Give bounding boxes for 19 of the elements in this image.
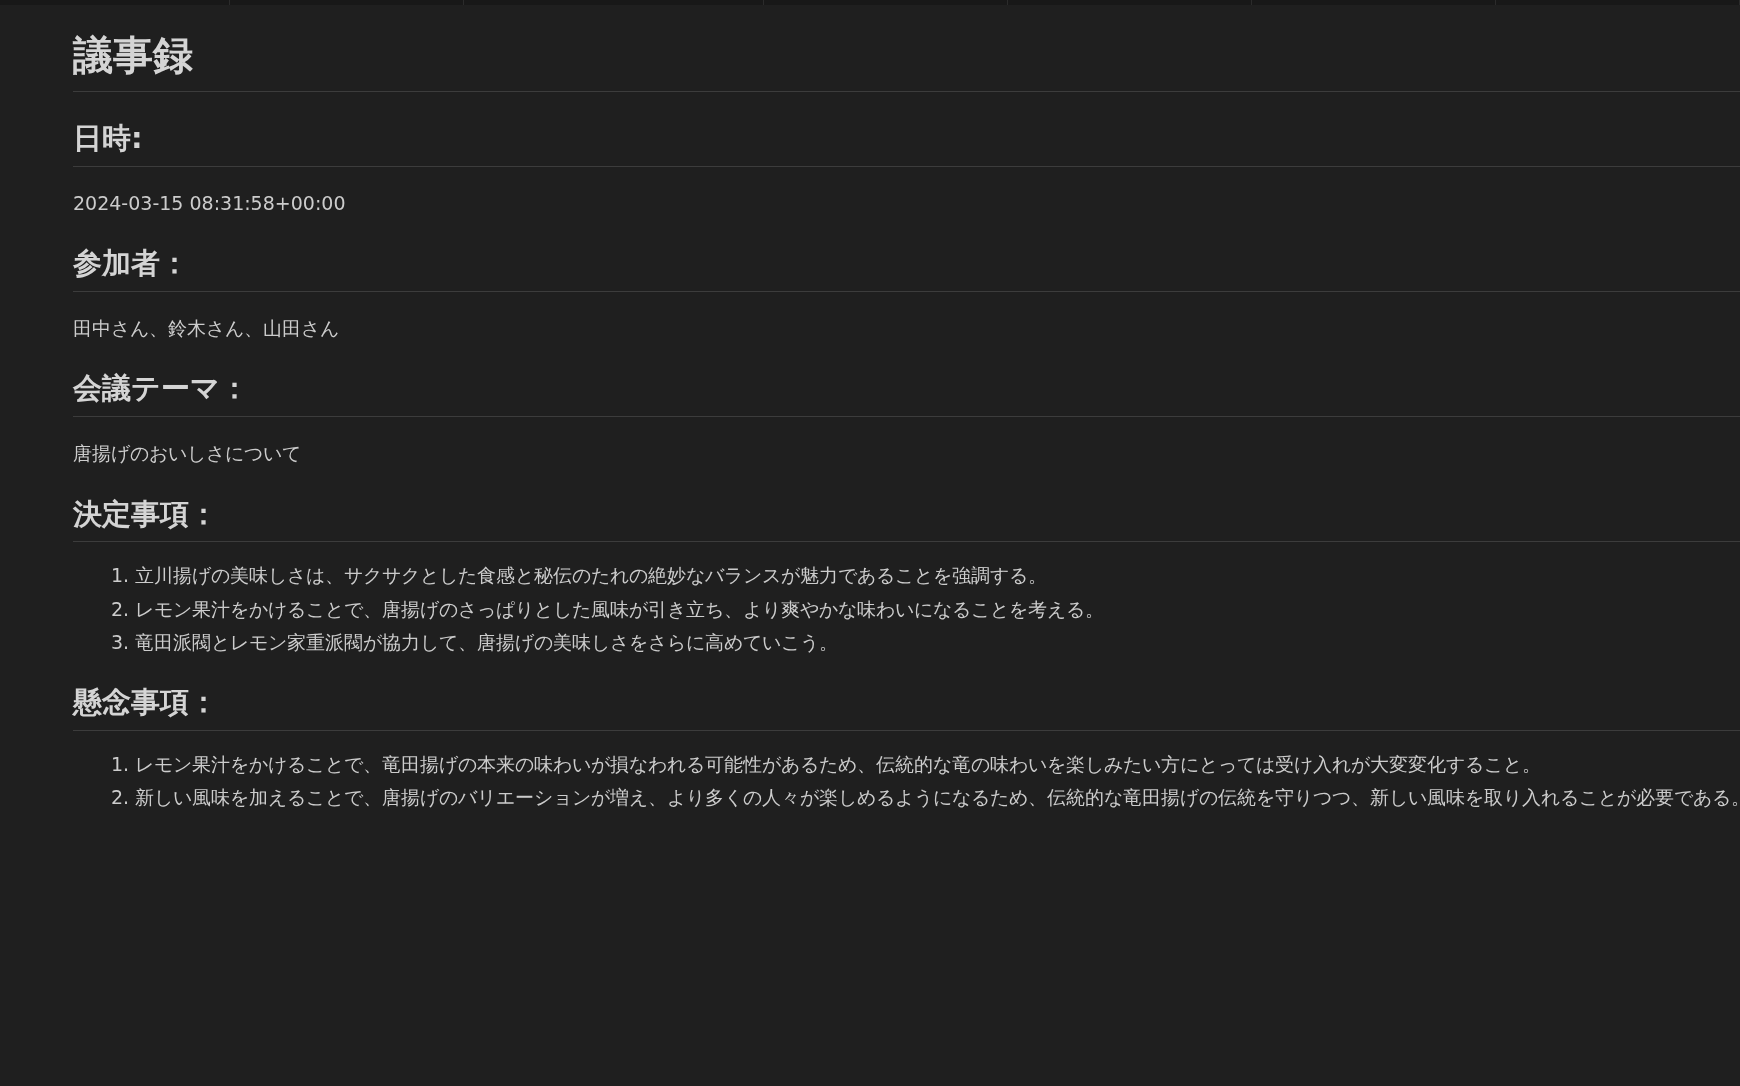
section-text: 田中さん、鈴木さん、山田さん [73, 315, 340, 341]
section-heading: 決定事項： [73, 495, 1740, 543]
document-title: 議事録 [73, 5, 1740, 92]
section-heading: 会議テーマ： [73, 370, 1740, 418]
section-heading: 日時: [73, 120, 1740, 167]
list-number: 2. [111, 596, 130, 622]
list-number: 1. [111, 563, 130, 589]
list-number: 2. [111, 785, 130, 811]
section-text: 唐揚げのおいしさについて [73, 441, 302, 467]
list-item-text: 立川揚げの美味しさは、サクサクとした食感と秘伝のたれの絶妙なバランスが魅力であることを強調する。 [135, 563, 1048, 589]
list-number: 3. [111, 630, 130, 656]
section-heading: 懸念事項： [73, 684, 1740, 731]
section-heading: 参加者： [73, 245, 1740, 292]
section-text: 2024-03-15 08:31:58+00:00 [73, 190, 347, 216]
list-item-text: 新しい風味を加えることで、唐揚げのバリエーションが増え、より多くの人々が楽しめるようになるため、伝統的な竜田揚げの伝統を守りつつ、新しい風味を取り入れることが必要である。 [135, 785, 1740, 811]
list-item-text: 竜田派閥とレモン家重派閥が協力して、唐揚げの美味しさをさらに高めていこう。 [135, 630, 839, 656]
list-item-text: レモン果汁をかけることで、竜田揚げの本来の味わいが損なわれる可能性があるため、伝統的な竜の味わいを楽しみたい方にとっては受け入れが大変変化すること。 [135, 751, 1542, 777]
list-number: 1. [111, 751, 130, 777]
list-item-text: レモン果汁をかけることで、唐揚げのさっぱりとした風味が引き立ち、より爽やかな味わいになることを考える。 [135, 596, 1105, 622]
